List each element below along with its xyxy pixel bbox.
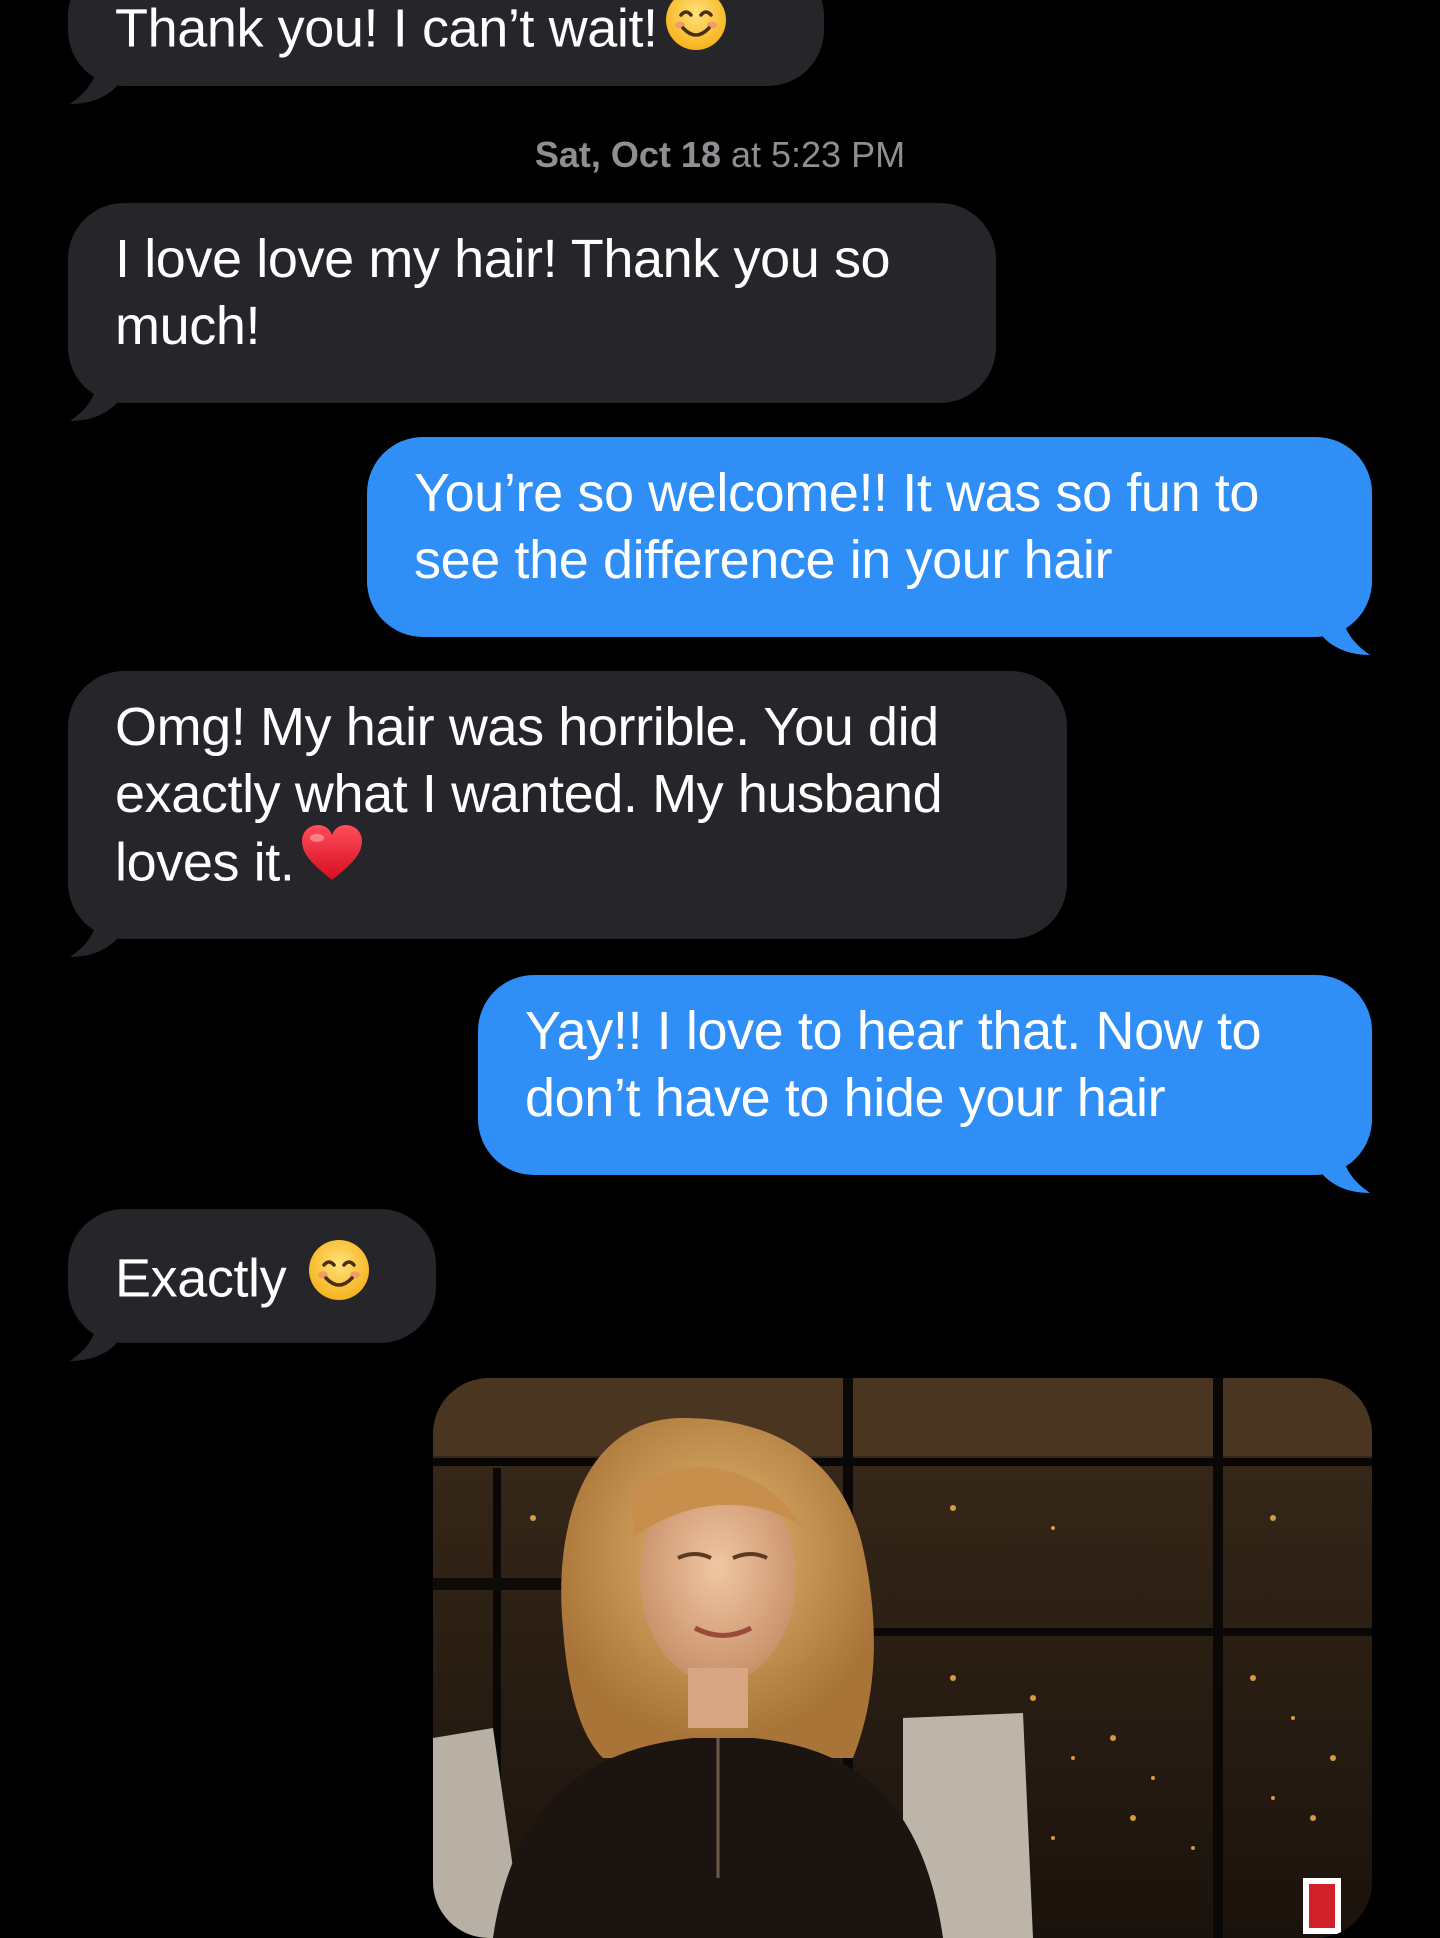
red-heart-icon — [300, 824, 364, 900]
message-text: You’re so welcome!! It was so fun to see… — [414, 463, 1260, 590]
incoming-message-bubble[interactable]: I love love my hair! Thank you so much! — [68, 203, 996, 421]
bubble-tail — [70, 1313, 120, 1361]
outgoing-message-bubble[interactable]: You’re so welcome!! It was so fun to see… — [367, 437, 1372, 655]
message-text: Exactly — [115, 1248, 301, 1309]
message-text: Yay!! I love to hear that. Now to don’t … — [525, 1001, 1262, 1128]
message-text: I love love my hair! Thank you so much! — [115, 229, 891, 356]
bubble-tail — [70, 373, 120, 421]
gif-image — [433, 1378, 1372, 1938]
outgoing-message-bubble[interactable]: Yay!! I love to hear that. Now to don’t … — [478, 975, 1372, 1193]
message-text: Thank you! I can’t wait! — [115, 0, 658, 59]
smiling-face-icon — [664, 0, 728, 68]
timestamp-time: 5:23 PM — [771, 134, 906, 175]
bubble-tail — [1320, 1145, 1370, 1193]
bubble-tail — [70, 56, 120, 104]
incoming-message-bubble[interactable]: Exactly — [68, 1209, 436, 1361]
message-timestamp: Sat, Oct 18 at 5:23 PM — [0, 134, 1440, 176]
timestamp-separator: at — [720, 134, 772, 175]
bubble-tail — [1320, 607, 1370, 655]
message-text: Omg! My hair was horrible. You did exact… — [115, 697, 943, 893]
gif-image-attachment[interactable] — [433, 1378, 1372, 1938]
smiling-face-icon — [307, 1238, 371, 1318]
incoming-message-bubble[interactable]: Omg! My hair was horrible. You did exact… — [68, 671, 1067, 957]
bubble-tail — [70, 909, 120, 957]
incoming-message-bubble[interactable]: Thank you! I can’t wait! — [68, 0, 824, 104]
timestamp-date: Sat, Oct 18 — [534, 134, 721, 175]
